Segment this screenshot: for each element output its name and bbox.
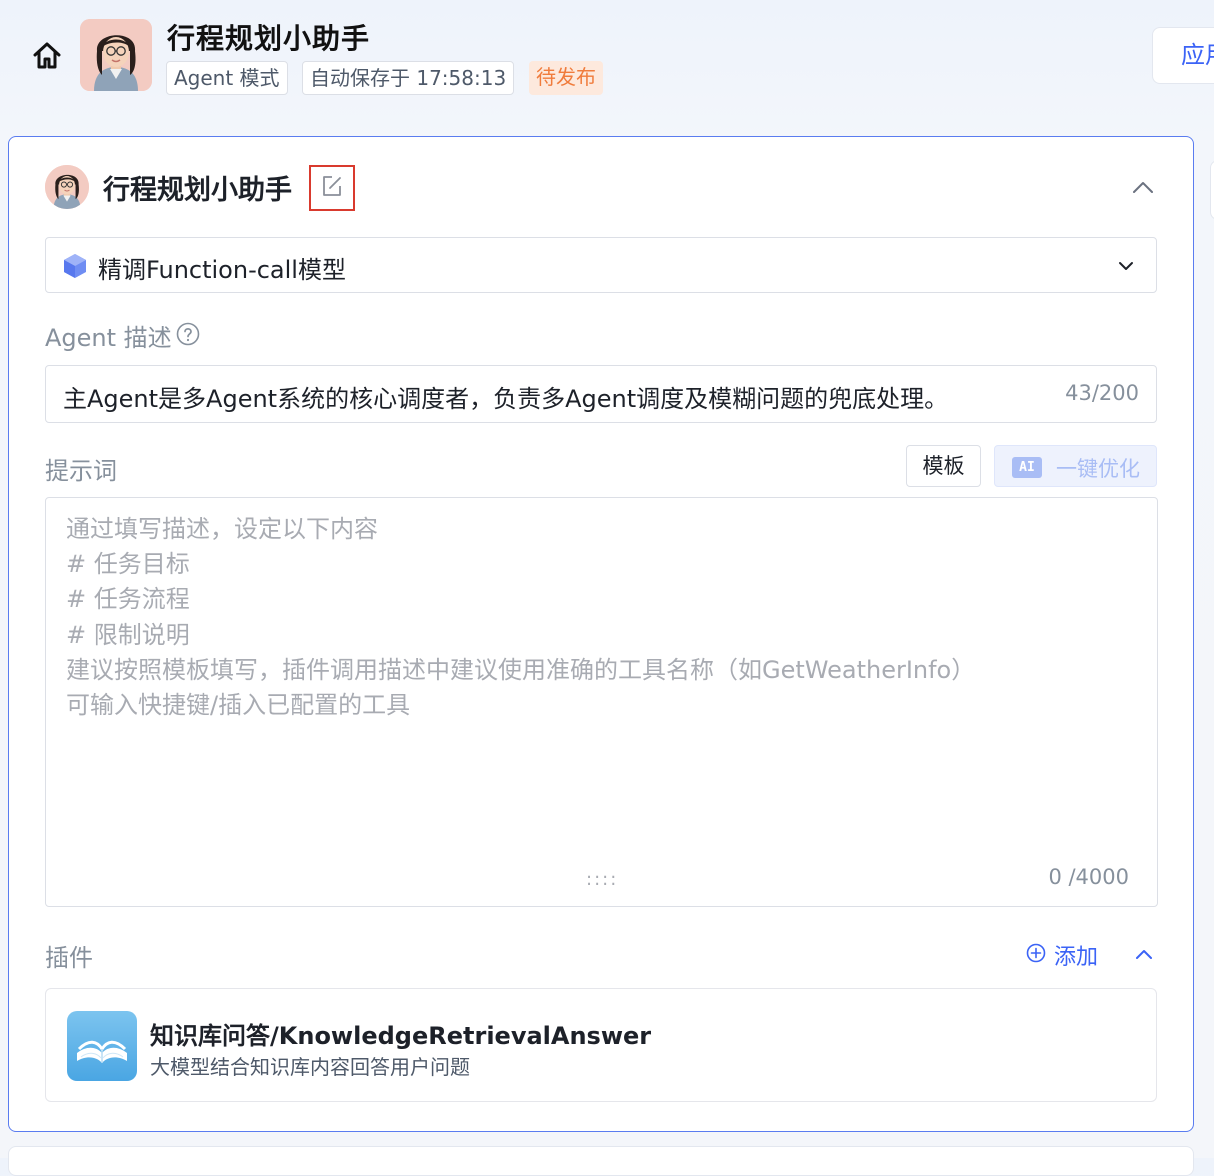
apply-button[interactable]: 应用 bbox=[1152, 27, 1214, 84]
prompt-placeholder: 通过填写描述，设定以下内容 # 任务目标 # 任务流程 # 限制说明 建议按照模… bbox=[66, 512, 975, 723]
prompt-count: 0 /4000 bbox=[1048, 865, 1129, 889]
add-circle-icon bbox=[1026, 943, 1046, 967]
placeholder-line: # 任务流程 bbox=[66, 585, 190, 614]
template-button[interactable]: 模板 bbox=[906, 445, 981, 487]
book-icon bbox=[67, 1011, 137, 1081]
status-badge: 待发布 bbox=[529, 61, 603, 95]
prompt-textarea[interactable]: 通过填写描述，设定以下内容 # 任务目标 # 任务流程 # 限制说明 建议按照模… bbox=[45, 497, 1158, 907]
plugin-item[interactable]: 知识库问答/KnowledgeRetrievalAnswer 大模型结合知识库内… bbox=[45, 988, 1157, 1102]
ai-optimize-button[interactable]: AI 一键优化 bbox=[994, 445, 1157, 487]
placeholder-line: 可输入快捷键/插入已配置的工具 bbox=[66, 691, 411, 720]
description-value: 主Agent是多Agent系统的核心调度者，负责多Agent调度及模糊问题的兜底… bbox=[63, 385, 949, 413]
collapse-card-button[interactable] bbox=[1128, 174, 1158, 202]
description-input[interactable]: 主Agent是多Agent系统的核心调度者，负责多Agent调度及模糊问题的兜底… bbox=[45, 365, 1157, 423]
edit-name-button[interactable] bbox=[309, 165, 355, 211]
plugin-description: 大模型结合知识库内容回答用户问题 bbox=[150, 1055, 470, 1079]
add-plugin-button[interactable]: 添加 bbox=[1026, 940, 1098, 970]
plugin-name: 知识库问答/KnowledgeRetrievalAnswer bbox=[150, 1022, 652, 1050]
model-selected-value: 精调Function-call模型 bbox=[98, 256, 346, 284]
collapse-plugins-button[interactable] bbox=[1130, 940, 1158, 968]
edit-icon bbox=[320, 174, 344, 202]
app-avatar bbox=[80, 19, 152, 91]
placeholder-line: # 任务目标 bbox=[66, 550, 190, 579]
plugins-label: 插件 bbox=[45, 944, 93, 972]
placeholder-line: 建议按照模板填写，插件调用描述中建议使用准确的工具名称（如GetWeatherI… bbox=[66, 655, 976, 684]
mode-tag: Agent 模式 bbox=[166, 61, 288, 95]
description-count: 43/200 bbox=[1065, 381, 1139, 405]
help-icon[interactable] bbox=[176, 322, 200, 346]
next-card-edge bbox=[8, 1146, 1194, 1176]
agent-avatar bbox=[45, 165, 89, 209]
app-title: 行程规划小助手 bbox=[167, 22, 371, 55]
cube-icon bbox=[63, 253, 87, 279]
prompt-label: 提示词 bbox=[45, 457, 117, 485]
chevron-up-icon bbox=[1132, 179, 1154, 198]
autosave-tag: 自动保存于 17:58:13 bbox=[302, 61, 515, 95]
home-icon[interactable] bbox=[30, 38, 64, 72]
add-plugin-label: 添加 bbox=[1054, 945, 1099, 970]
placeholder-line: 通过填写描述，设定以下内容 bbox=[66, 515, 378, 543]
chevron-down-icon bbox=[1116, 256, 1136, 276]
resize-handle[interactable]: :::: bbox=[586, 869, 618, 890]
chevron-up-icon bbox=[1135, 945, 1153, 964]
agent-name: 行程规划小助手 bbox=[103, 175, 292, 206]
model-select[interactable]: 精调Function-call模型 bbox=[45, 237, 1157, 293]
side-panel-edge bbox=[1210, 160, 1214, 220]
ai-optimize-label: 一键优化 bbox=[1056, 457, 1140, 481]
ai-icon: AI bbox=[1012, 457, 1042, 478]
placeholder-line: # 限制说明 bbox=[66, 620, 190, 649]
description-label: Agent 描述 bbox=[45, 324, 172, 352]
